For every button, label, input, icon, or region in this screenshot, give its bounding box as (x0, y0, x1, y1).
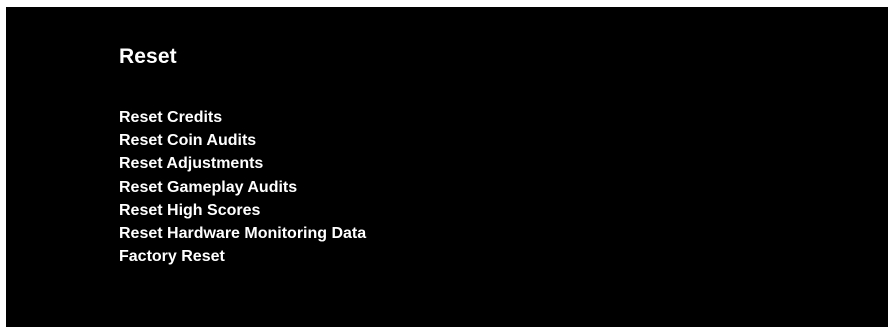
reset-menu-screen: Reset Reset Credits Reset Coin Audits Re… (6, 7, 888, 327)
menu-item-reset-credits[interactable]: Reset Credits (119, 106, 366, 129)
menu-item-reset-gameplay-audits[interactable]: Reset Gameplay Audits (119, 176, 366, 199)
menu-item-reset-adjustments[interactable]: Reset Adjustments (119, 152, 366, 175)
reset-menu-list: Reset Credits Reset Coin Audits Reset Ad… (119, 106, 366, 268)
menu-item-reset-hardware-monitoring-data[interactable]: Reset Hardware Monitoring Data (119, 222, 366, 245)
page-title: Reset (119, 45, 177, 68)
menu-item-reset-coin-audits[interactable]: Reset Coin Audits (119, 129, 366, 152)
menu-item-factory-reset[interactable]: Factory Reset (119, 245, 366, 268)
menu-item-reset-high-scores[interactable]: Reset High Scores (119, 199, 366, 222)
